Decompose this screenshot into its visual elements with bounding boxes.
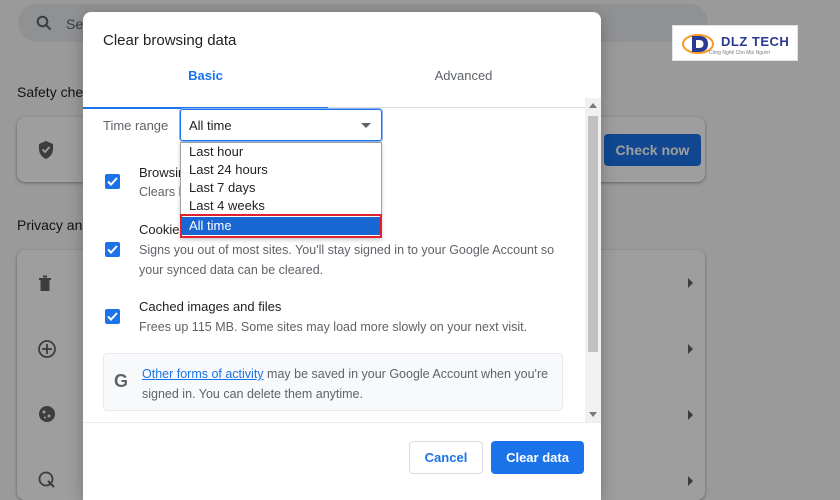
- option-title: Cached images and files: [139, 299, 282, 314]
- time-range-dropdown: Last hour Last 24 hours Last 7 days Last…: [180, 142, 382, 238]
- time-range-option-selected[interactable]: All time: [181, 217, 381, 235]
- time-range-label: Time range: [103, 118, 169, 133]
- clear-browsing-data-dialog: Clear browsing data Basic Advanced Time …: [83, 12, 601, 500]
- dialog-scrollbar[interactable]: [585, 98, 601, 422]
- tab-basic[interactable]: Basic: [83, 64, 328, 109]
- cookies-checkbox[interactable]: [105, 242, 120, 257]
- time-range-value: All time: [189, 118, 232, 133]
- dlz-logo-icon: [681, 30, 717, 63]
- scroll-down-arrow-icon[interactable]: [589, 412, 597, 417]
- cancel-button[interactable]: Cancel: [409, 441, 483, 474]
- scrollbar-thumb[interactable]: [588, 116, 598, 352]
- dlz-tech-logo: DLZ TECH Công Nghệ Cho Mọi Người: [672, 25, 798, 61]
- google-activity-info: G Other forms of activity may be saved i…: [103, 353, 563, 411]
- time-range-option[interactable]: Last 4 weeks: [181, 197, 381, 215]
- logo-name: DLZ TECH: [721, 34, 790, 49]
- time-range-option[interactable]: Last hour: [181, 143, 381, 161]
- dialog-title: Clear browsing data: [103, 32, 237, 49]
- info-text: Other forms of activity may be saved in …: [142, 364, 552, 404]
- cached-images-checkbox[interactable]: [105, 309, 120, 324]
- logo-tagline: Công Nghệ Cho Mọi Người: [709, 50, 770, 56]
- browsing-history-checkbox[interactable]: [105, 174, 120, 189]
- time-range-option[interactable]: Last 7 days: [181, 179, 381, 197]
- option-description: Frees up 115 MB. Some sites may load mor…: [139, 320, 528, 334]
- option-description: Signs you out of most sites. You'll stay…: [139, 243, 555, 277]
- google-g-icon: G: [114, 371, 129, 391]
- dialog-footer: Cancel Clear data: [83, 422, 601, 500]
- scroll-up-arrow-icon[interactable]: [589, 103, 597, 108]
- chevron-down-icon: [361, 123, 371, 128]
- dialog-tabs: Basic Advanced: [83, 64, 601, 109]
- tab-advanced[interactable]: Advanced: [341, 64, 586, 108]
- clear-data-button[interactable]: Clear data: [491, 441, 584, 474]
- time-range-option[interactable]: Last 24 hours: [181, 161, 381, 179]
- time-range-select[interactable]: All time: [179, 108, 383, 142]
- other-activity-link[interactable]: Other forms of activity: [142, 367, 264, 381]
- option-cached-images: Cached images and files Frees up 115 MB.…: [103, 297, 573, 345]
